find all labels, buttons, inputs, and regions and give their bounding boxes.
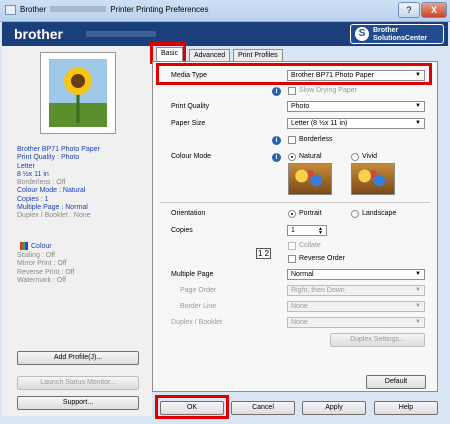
colour-mode-label: Colour Mode bbox=[171, 153, 212, 160]
natural-label: Natural bbox=[299, 153, 322, 160]
slow-drying-checkbox[interactable] bbox=[288, 87, 296, 95]
summary-quality: Print Quality : Photo bbox=[17, 154, 80, 162]
help-window-button[interactable]: ? bbox=[398, 2, 420, 18]
banner-model-name bbox=[86, 31, 156, 37]
summary-colour: Colour bbox=[31, 243, 52, 250]
help-button[interactable]: Help bbox=[374, 401, 438, 415]
borderless-checkbox[interactable] bbox=[288, 136, 296, 144]
reverse-order-checkbox[interactable] bbox=[288, 255, 296, 263]
chevron-down-icon: ▼ bbox=[415, 271, 421, 277]
slow-drying-label: Slow Drying Paper bbox=[299, 87, 357, 94]
cancel-button[interactable]: Cancel bbox=[231, 401, 295, 415]
multiple-page-select[interactable]: Normal ▼ bbox=[287, 269, 425, 280]
border-line-select[interactable]: None ▼ bbox=[287, 301, 425, 312]
add-profile-button[interactable]: Add Profile(J)... bbox=[17, 351, 139, 365]
chevron-down-icon: ▼ bbox=[415, 120, 421, 126]
window-title: Brother Printer Printing Preferences bbox=[20, 5, 209, 14]
summary-copies: Copies : 1 bbox=[17, 195, 49, 203]
collate-label: Collate bbox=[299, 242, 321, 249]
solutions-line2: SolutionsCenter bbox=[373, 35, 428, 42]
default-button[interactable]: Default bbox=[366, 375, 426, 389]
solutions-center-button[interactable]: S Brother SolutionsCenter bbox=[350, 24, 444, 44]
chevron-down-icon: ▼ bbox=[415, 303, 421, 309]
printer-icon bbox=[5, 5, 16, 15]
orientation-label: Orientation bbox=[171, 210, 206, 217]
summary-block-2: Scaling : Off Mirror Print : Off Reverse… bbox=[17, 252, 74, 285]
portrait-radio[interactable] bbox=[288, 210, 296, 218]
borderless-label: Borderless bbox=[299, 136, 333, 143]
summary-reverse: Reverse Print : Off bbox=[17, 268, 75, 276]
summary-media: Brother BP71 Photo Paper bbox=[17, 146, 100, 153]
summary-borderless: Borderless : Off bbox=[17, 179, 66, 187]
collate-checkbox[interactable] bbox=[288, 242, 296, 250]
chevron-down-icon: ▼ bbox=[415, 287, 421, 293]
duplex-select[interactable]: None ▼ bbox=[287, 317, 425, 328]
summary-paper: Letter bbox=[17, 162, 35, 170]
paper-size-select[interactable]: Letter (8 ½x 11 in) ▼ bbox=[287, 118, 425, 129]
vivid-thumbnail[interactable] bbox=[351, 163, 395, 195]
summary-colour-mode: Colour Mode : Natural bbox=[17, 187, 86, 195]
paper-size-label: Paper Size bbox=[171, 120, 206, 127]
chevron-down-icon: ▼ bbox=[415, 319, 421, 325]
page-order-select[interactable]: Right, then Down ▼ bbox=[287, 285, 425, 296]
landscape-radio[interactable] bbox=[351, 210, 359, 218]
page-order-label: Page Order bbox=[180, 287, 217, 294]
solutions-center-icon: S bbox=[355, 27, 369, 41]
highlight-media-type bbox=[156, 63, 432, 85]
summary-watermark: Watermark : Off bbox=[17, 276, 67, 284]
page-order-value: Right, then Down bbox=[291, 287, 345, 294]
duplex-settings-button[interactable]: Duplex Settings... bbox=[330, 333, 425, 347]
vivid-radio[interactable] bbox=[351, 153, 359, 161]
print-quality-select[interactable]: Photo ▼ bbox=[287, 101, 425, 112]
apply-button[interactable]: Apply bbox=[302, 401, 366, 415]
natural-radio[interactable] bbox=[288, 153, 296, 161]
support-button[interactable]: Support... bbox=[17, 396, 139, 410]
vivid-label: Vivid bbox=[362, 153, 378, 160]
paper-size-value: Letter (8 ½x 11 in) bbox=[291, 120, 348, 127]
natural-thumbnail[interactable] bbox=[288, 163, 332, 195]
reverse-order-label: Reverse Order bbox=[299, 255, 345, 262]
copies-label: Copies bbox=[171, 227, 193, 234]
info-icon: i bbox=[272, 153, 281, 162]
multiple-page-label: Multiple Page bbox=[171, 271, 214, 278]
stepper-icon: ▲ ▼ bbox=[318, 226, 323, 236]
paper-preview bbox=[40, 52, 116, 134]
brother-logo: brother bbox=[14, 26, 63, 42]
summary-mirror: Mirror Print : Off bbox=[17, 260, 67, 268]
collate-icon: 1 2 bbox=[256, 248, 272, 259]
print-quality-value: Photo bbox=[291, 103, 310, 110]
landscape-label: Landscape bbox=[362, 210, 397, 217]
divider bbox=[160, 202, 430, 203]
multiple-page-value: Normal bbox=[291, 271, 314, 278]
border-line-label: Border Line bbox=[180, 303, 217, 310]
info-icon: i bbox=[272, 136, 281, 145]
duplex-label: Duplex / Booklet bbox=[171, 319, 222, 326]
summary-size: 8 ½x 11 in bbox=[17, 170, 49, 178]
sunflower-image bbox=[49, 59, 107, 127]
summary-scaling: Scaling : Off bbox=[17, 252, 56, 259]
summary-multiple-page: Multiple Page : Normal bbox=[17, 204, 88, 212]
summary-duplex: Duplex / Booklet : None bbox=[17, 212, 91, 220]
print-quality-label: Print Quality bbox=[171, 103, 210, 110]
summary-block-1: Brother BP71 Photo Paper Print Quality :… bbox=[17, 146, 100, 221]
launch-status-monitor-button[interactable]: Launch Status Monitor... bbox=[17, 376, 139, 390]
border-line-value: None bbox=[291, 303, 308, 310]
chevron-down-icon: ▼ bbox=[415, 103, 421, 109]
highlight-ok-button bbox=[155, 395, 229, 419]
solutions-line1: Brother bbox=[373, 27, 399, 34]
close-window-button[interactable]: X bbox=[421, 2, 447, 18]
info-icon: i bbox=[272, 87, 281, 96]
copies-input[interactable]: 1 ▲ ▼ bbox=[287, 225, 327, 236]
colour-icon bbox=[20, 242, 28, 250]
copies-value: 1 bbox=[291, 227, 295, 234]
portrait-label: Portrait bbox=[299, 210, 322, 217]
duplex-value: None bbox=[291, 319, 308, 326]
